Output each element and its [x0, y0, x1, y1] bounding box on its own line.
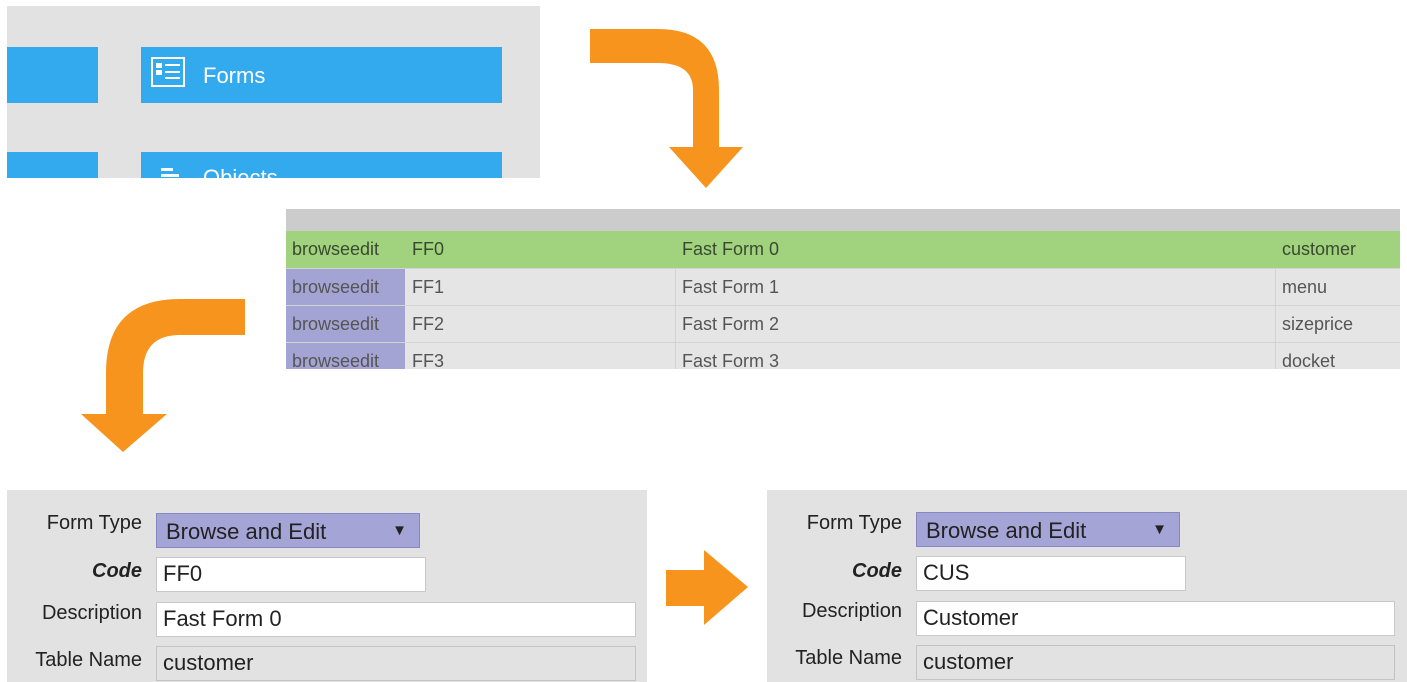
caret-down-icon: ▼ [392, 522, 407, 539]
row-code: FF1 [412, 277, 445, 297]
table-name-label: Table Name [35, 649, 142, 671]
code-field[interactable]: CUS [916, 556, 1186, 591]
row-table: customer [1282, 239, 1357, 259]
form-list-icon [151, 57, 185, 87]
description-label: Description [801, 600, 902, 622]
row-type: browseedit [286, 269, 405, 306]
description-field[interactable]: Customer [916, 601, 1395, 636]
row-description: Fast Form 0 [682, 239, 780, 259]
code-label: Code [852, 560, 902, 582]
row-type: browseedit [286, 306, 405, 343]
forms-tile[interactable]: Forms [141, 47, 502, 103]
forms-list-panel: browseedit FF0 Fast Form 0 customer brow… [286, 209, 1400, 369]
form-settings-after: Form Type Browse and Edit ▼ Code CUS Des… [767, 490, 1407, 682]
row-description: Fast Form 2 [682, 314, 780, 334]
objects-icon [151, 166, 185, 178]
list-row[interactable]: browseedit FF3 Fast Form 3 docket [286, 342, 1400, 369]
row-divider [1275, 343, 1276, 369]
form-type-select[interactable]: Browse and Edit ▼ [156, 513, 420, 548]
row-divider [1275, 269, 1276, 306]
flow-arrow-2 [81, 299, 245, 452]
tile-left-bottom[interactable] [7, 152, 98, 178]
forms-tile-label: Forms [203, 63, 266, 88]
row-table: sizeprice [1282, 314, 1354, 334]
row-code: FF2 [412, 314, 445, 334]
form-settings-before: Form Type Browse and Edit ▼ Code FF0 Des… [7, 490, 647, 682]
objects-tile[interactable]: Objects [141, 152, 502, 178]
row-code: FF0 [412, 239, 445, 259]
row-divider [675, 306, 676, 343]
row-table: docket [1282, 351, 1336, 369]
caret-down-icon: ▼ [1152, 521, 1167, 538]
dashboard-tiles-panel: Forms Objects [7, 6, 540, 178]
form-type-select[interactable]: Browse and Edit ▼ [916, 512, 1180, 547]
objects-tile-label: Objects [203, 165, 278, 179]
row-type: browseedit [292, 239, 380, 259]
list-header-bar [286, 209, 1400, 231]
table-name-label: Table Name [795, 647, 902, 669]
flow-arrow-1 [590, 29, 743, 188]
code-field[interactable]: FF0 [156, 557, 426, 592]
form-type-label: Form Type [806, 512, 902, 534]
row-divider [675, 343, 676, 369]
form-type-label: Form Type [46, 512, 142, 534]
row-description: Fast Form 3 [682, 351, 780, 369]
row-code: FF3 [412, 351, 445, 369]
row-type: browseedit [286, 343, 405, 369]
code-label: Code [92, 560, 142, 582]
form-type-value: Browse and Edit [166, 519, 327, 544]
tile-left-top[interactable] [7, 47, 98, 103]
row-divider [1275, 306, 1276, 343]
table-name-field[interactable]: customer [156, 646, 636, 681]
list-row[interactable]: browseedit FF1 Fast Form 1 menu [286, 268, 1400, 306]
description-label: Description [41, 602, 142, 624]
row-description: Fast Form 1 [682, 277, 780, 297]
flow-arrow-3 [666, 550, 748, 625]
table-name-field[interactable]: customer [916, 645, 1395, 680]
row-table: menu [1282, 277, 1328, 297]
description-field[interactable]: Fast Form 0 [156, 602, 636, 637]
row-divider [675, 269, 676, 306]
form-type-value: Browse and Edit [926, 518, 1087, 543]
list-row[interactable]: browseedit FF2 Fast Form 2 sizeprice [286, 305, 1400, 343]
list-row[interactable]: browseedit FF0 Fast Form 0 customer [286, 231, 1400, 268]
